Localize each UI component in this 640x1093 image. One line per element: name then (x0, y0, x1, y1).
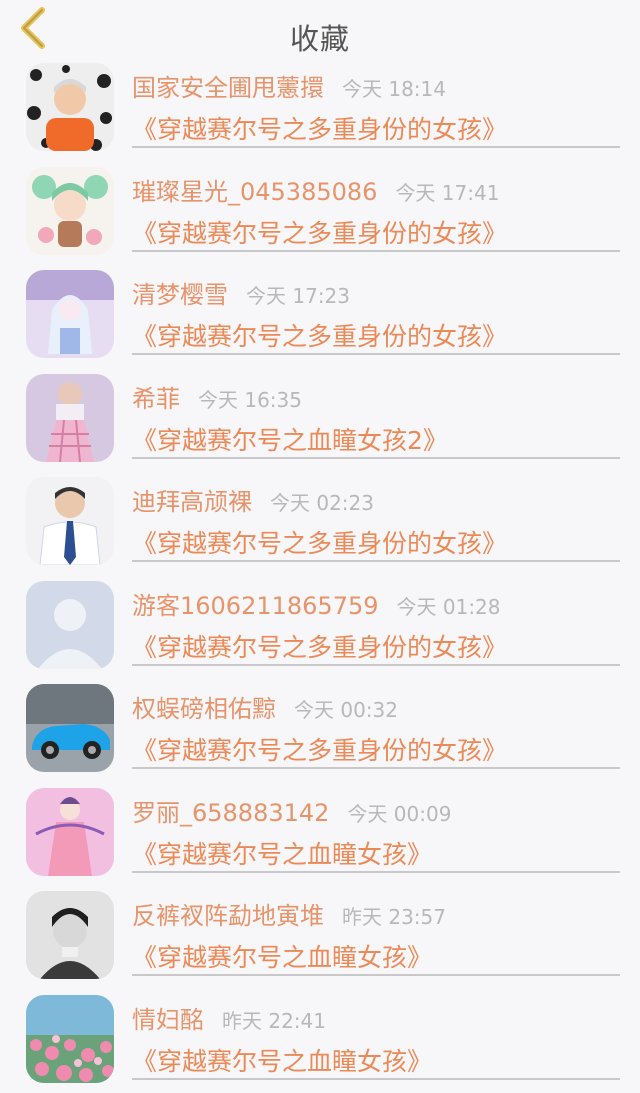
username[interactable]: 情妇酩 (132, 1000, 204, 1035)
avatar[interactable] (26, 891, 114, 979)
book-title-link[interactable]: 《穿越赛尔号之多重身份的女孩》 (132, 524, 507, 560)
timestamp: 今天 00:09 (347, 798, 451, 827)
avatar[interactable] (26, 477, 114, 565)
favorites-list: 国家安全圃甩藼擐今天 18:14《穿越赛尔号之多重身份的女孩》璀璨星光_0453… (0, 58, 640, 1093)
book-title-link[interactable]: 《穿越赛尔号之多重身份的女孩》 (132, 317, 507, 353)
avatar[interactable] (26, 684, 114, 772)
avatar[interactable] (26, 581, 114, 669)
avatar[interactable] (26, 788, 114, 876)
divider (132, 664, 620, 666)
avatar[interactable] (26, 167, 114, 255)
timestamp: 今天 00:32 (294, 694, 398, 723)
divider (132, 457, 620, 459)
avatar-boy-bw-image (26, 891, 114, 979)
book-title-link[interactable]: 《穿越赛尔号之多重身份的女孩》 (132, 110, 507, 146)
divider (132, 871, 620, 873)
name-line: 清梦樱雪今天 17:23 (132, 275, 350, 310)
timestamp: 今天 02:23 (270, 487, 374, 516)
username[interactable]: 迪拜高颃裸 (132, 482, 252, 517)
timestamp: 今天 17:23 (246, 280, 350, 309)
username[interactable]: 希菲 (132, 379, 180, 414)
avatar-man-suit-image (26, 477, 114, 565)
timestamp: 今天 01:28 (397, 591, 501, 620)
username[interactable]: 权蜈磅相佑黥 (132, 689, 276, 724)
list-item[interactable]: 权蜈磅相佑黥今天 00:32 《穿越赛尔号之多重身份的女孩》 (0, 679, 640, 783)
list-item[interactable]: 反裤衩阵勐地寅堆昨天 23:57 《穿越赛尔号之血瞳女孩》 (0, 886, 640, 990)
avatar[interactable] (26, 270, 114, 358)
book-title-link[interactable]: 《穿越赛尔号之血瞳女孩2》 (132, 421, 448, 457)
name-line: 璀璨星光_045385086 今天 17:41 (132, 172, 499, 207)
avatar-anime-green-image (26, 167, 114, 255)
list-item[interactable]: 情妇酩昨天 22:41 《穿越赛尔号之血瞳女孩》 (0, 990, 640, 1093)
top-bar: 收藏 (0, 0, 640, 60)
avatar-anime-purple-image (26, 270, 114, 358)
divider (132, 767, 620, 769)
username[interactable]: 国家安全圃甩藼擐 (132, 68, 324, 103)
avatar[interactable] (26, 63, 114, 151)
list-item[interactable]: 璀璨星光_045385086 今天 17:41 《穿越赛尔号之多重身份的女孩》 (0, 162, 640, 266)
timestamp: 今天 18:14 (342, 73, 446, 102)
list-item[interactable]: 希菲今天 16:35 《穿越赛尔号之血瞳女孩2》 (0, 369, 640, 473)
name-line: 情妇酩昨天 22:41 (132, 1000, 326, 1035)
name-line: 游客1606211865759 今天 01:28 (132, 586, 501, 621)
avatar[interactable] (26, 374, 114, 462)
username[interactable]: 反裤衩阵勐地寅堆 (132, 896, 324, 931)
username[interactable]: 清梦樱雪 (132, 275, 228, 310)
username[interactable]: 游客1606211865759 (132, 586, 379, 621)
divider (132, 1078, 620, 1080)
avatar-girl-pink-image (26, 374, 114, 462)
avatar-car-blue-image (26, 684, 114, 772)
book-title-link[interactable]: 《穿越赛尔号之多重身份的女孩》 (132, 628, 507, 664)
timestamp: 今天 17:41 (395, 177, 499, 206)
book-title-link[interactable]: 《穿越赛尔号之多重身份的女孩》 (132, 731, 507, 767)
list-item[interactable]: 游客1606211865759 今天 01:28 《穿越赛尔号之多重身份的女孩》 (0, 576, 640, 680)
book-title-link[interactable]: 《穿越赛尔号之多重身份的女孩》 (132, 214, 507, 250)
divider (132, 974, 620, 976)
book-title-link[interactable]: 《穿越赛尔号之血瞳女孩》 (132, 835, 432, 871)
username[interactable]: 璀璨星光_045385086 (132, 172, 377, 207)
name-line: 罗丽_658883142 今天 00:09 (132, 793, 451, 828)
divider (132, 250, 620, 252)
name-line: 反裤衩阵勐地寅堆昨天 23:57 (132, 896, 446, 931)
list-item[interactable]: 国家安全圃甩藼擐今天 18:14 《穿越赛尔号之多重身份的女孩》 (0, 58, 640, 162)
username[interactable]: 罗丽_658883142 (132, 793, 329, 828)
name-line: 国家安全圃甩藼擐今天 18:14 (132, 68, 446, 103)
timestamp: 今天 16:35 (198, 384, 302, 413)
avatar-boy-orange-image (26, 63, 114, 151)
avatar-flowers-image (26, 995, 114, 1083)
timestamp: 昨天 23:57 (342, 901, 446, 930)
avatar-fairy-pink-image (26, 788, 114, 876)
divider (132, 353, 620, 355)
name-line: 权蜈磅相佑黥今天 00:32 (132, 689, 398, 724)
timestamp: 昨天 22:41 (222, 1005, 326, 1034)
list-item[interactable]: 迪拜高颃裸今天 02:23 《穿越赛尔号之多重身份的女孩》 (0, 472, 640, 576)
list-item[interactable]: 清梦樱雪今天 17:23 《穿越赛尔号之多重身份的女孩》 (0, 265, 640, 369)
list-item[interactable]: 罗丽_658883142 今天 00:09 《穿越赛尔号之血瞳女孩》 (0, 783, 640, 887)
page-title: 收藏 (0, 16, 640, 58)
avatar[interactable] (26, 995, 114, 1083)
divider (132, 146, 620, 148)
divider (132, 560, 620, 562)
avatar-default-image (26, 581, 114, 669)
name-line: 希菲今天 16:35 (132, 379, 302, 414)
name-line: 迪拜高颃裸今天 02:23 (132, 482, 374, 517)
book-title-link[interactable]: 《穿越赛尔号之血瞳女孩》 (132, 938, 432, 974)
book-title-link[interactable]: 《穿越赛尔号之血瞳女孩》 (132, 1042, 432, 1078)
